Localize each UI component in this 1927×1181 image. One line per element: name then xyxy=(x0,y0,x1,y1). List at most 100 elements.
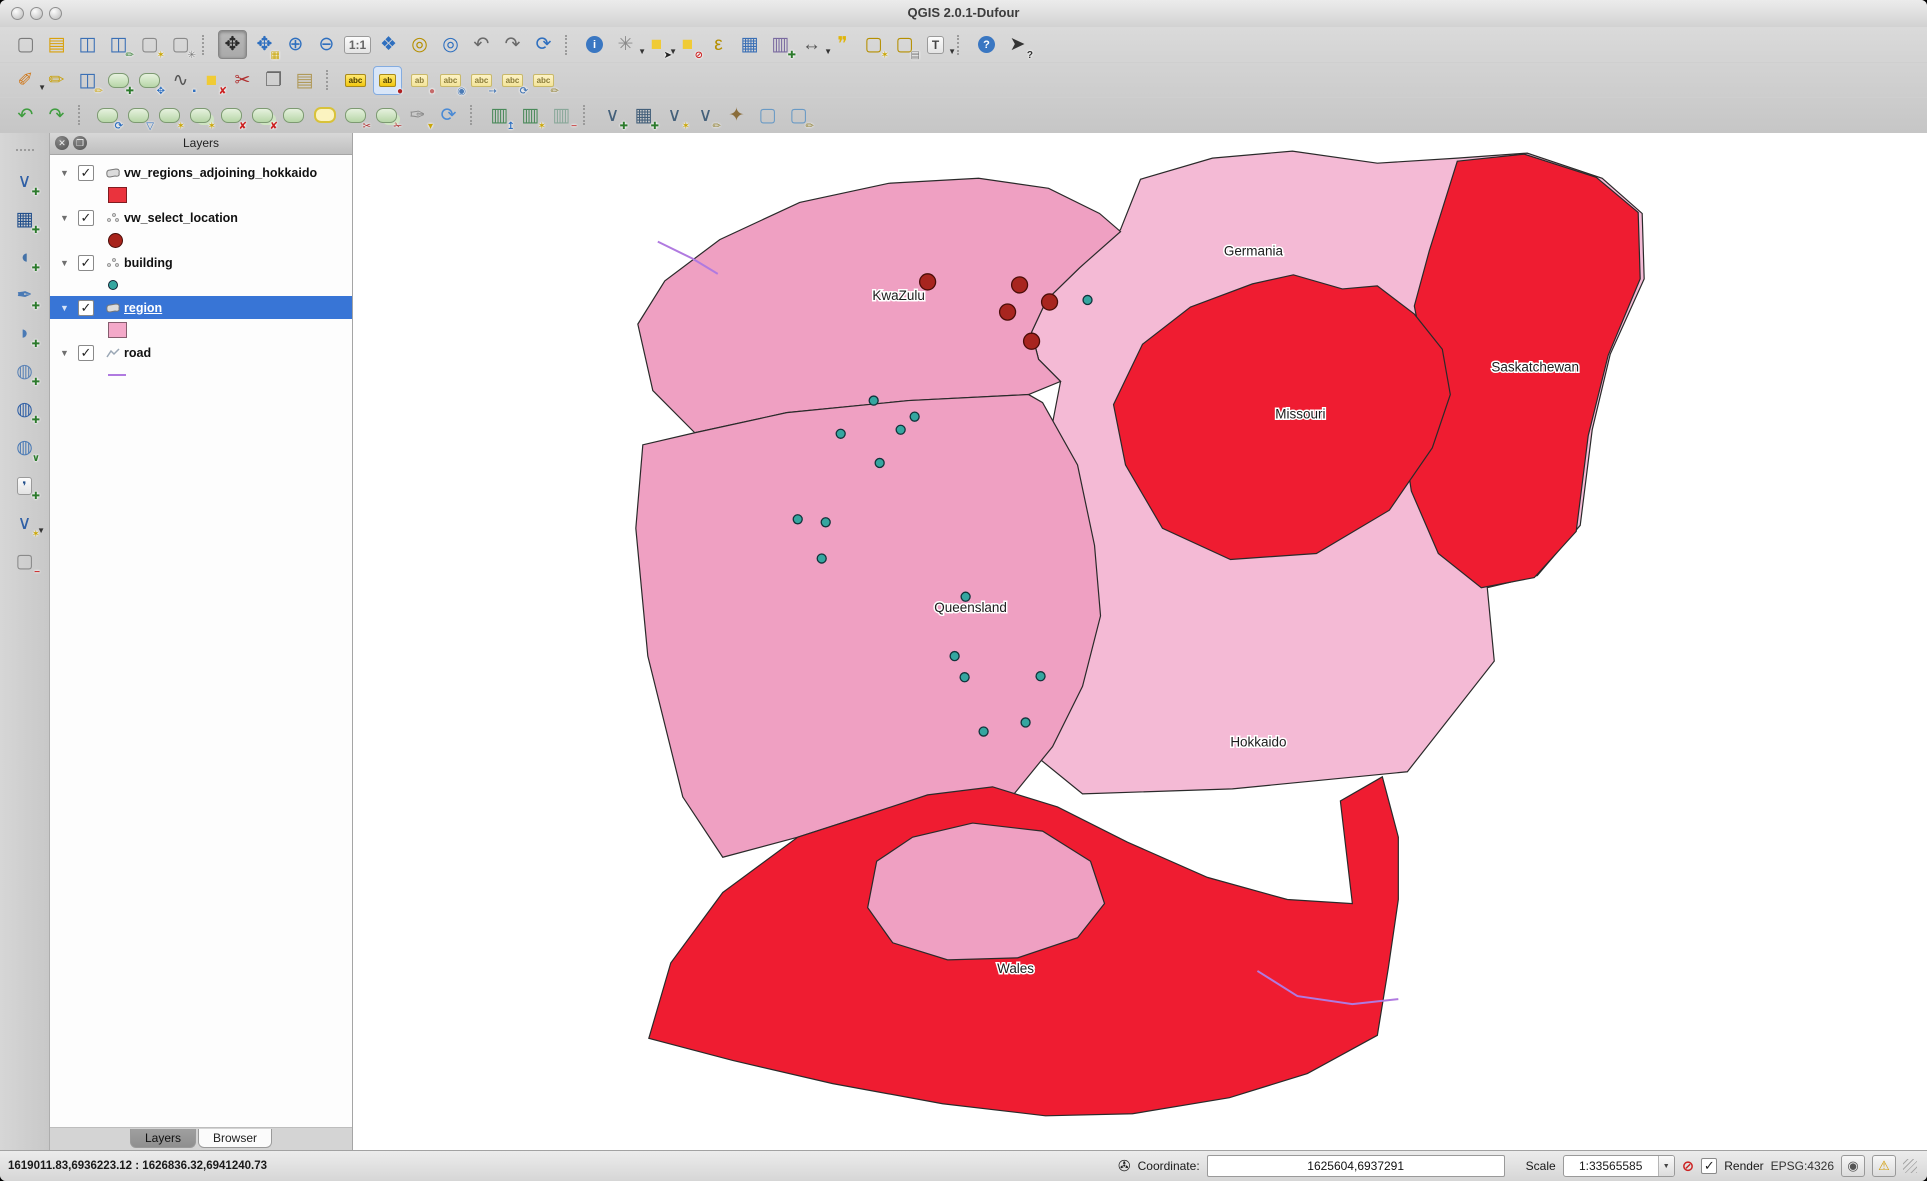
add-wfs-layer-icon[interactable]: ◍∨ xyxy=(11,434,38,461)
add-raster-layer-icon[interactable]: ▦✚ xyxy=(11,206,38,233)
layer-labeling-options-icon[interactable]: abc xyxy=(342,67,369,94)
new-print-composer-icon[interactable]: ▢✶ xyxy=(136,31,163,58)
rotate-label-icon[interactable]: abc⟳ xyxy=(499,67,526,94)
zoom-last-icon[interactable]: ↶ xyxy=(468,31,495,58)
open-attribute-table-icon[interactable]: ▦ xyxy=(736,31,763,58)
run-feature-action-icon[interactable]: ✳▼ xyxy=(612,31,639,58)
teal-point-feature[interactable] xyxy=(836,429,845,438)
map-tips-icon[interactable]: ❞ xyxy=(829,31,856,58)
save-layer-edits-icon[interactable]: ◫✏ xyxy=(74,67,101,94)
pan-to-selection-icon[interactable]: ✥▦ xyxy=(251,31,278,58)
offset-curve-icon[interactable]: ✑▾ xyxy=(404,102,431,129)
paste-features-icon[interactable]: ▤ xyxy=(291,67,318,94)
scale-combo[interactable]: 1:33565585 ▼ xyxy=(1563,1155,1675,1177)
layer-visibility-checkbox[interactable]: ✓ xyxy=(78,165,94,181)
add-part-icon[interactable]: ✶ xyxy=(187,102,214,129)
zoom-to-layer-icon[interactable]: ◎ xyxy=(437,31,464,58)
extents-toggle-icon[interactable]: ✇ xyxy=(1118,1159,1131,1174)
teal-point-feature[interactable] xyxy=(960,673,969,682)
new-shapefile-layer-icon[interactable]: ∨✶▼ xyxy=(11,510,38,537)
add-feature-icon[interactable]: ✚ xyxy=(105,67,132,94)
render-checkbox[interactable]: ✓ xyxy=(1701,1158,1717,1174)
layer-item-road[interactable]: ▼✓road xyxy=(50,341,352,364)
simplify-feature-icon[interactable]: ▽ xyxy=(125,102,152,129)
teal-point-feature[interactable] xyxy=(821,518,830,527)
grass-new-point-icon[interactable]: ∨✚ xyxy=(599,102,626,129)
add-delimited-text-layer-icon[interactable]: ❜✚ xyxy=(11,472,38,499)
field-calculator-icon[interactable]: ▥✚ xyxy=(767,31,794,58)
node-tool-icon[interactable]: ∿▪ xyxy=(167,67,194,94)
coordinate-input[interactable] xyxy=(1207,1155,1505,1177)
whats-this-icon[interactable]: ➤? xyxy=(1004,31,1031,58)
show-bookmarks-icon[interactable]: ▢▤ xyxy=(891,31,918,58)
layer-visibility-checkbox[interactable]: ✓ xyxy=(78,210,94,226)
tab-browser[interactable]: Browser xyxy=(198,1129,272,1148)
layer-visibility-checkbox[interactable]: ✓ xyxy=(78,255,94,271)
teal-point-feature[interactable] xyxy=(1021,718,1030,727)
zoom-to-selection-icon[interactable]: ◎ xyxy=(406,31,433,58)
text-annotation-icon[interactable]: T▼ xyxy=(922,31,949,58)
save-project-as-icon[interactable]: ◫✏ xyxy=(105,31,132,58)
composer-manager-icon[interactable]: ▢✳ xyxy=(167,31,194,58)
delete-selected-icon[interactable]: ■✘ xyxy=(198,67,225,94)
split-features-icon[interactable]: ✂ xyxy=(342,102,369,129)
refresh-icon[interactable]: ⟳ xyxy=(530,31,557,58)
deselect-features-icon[interactable]: ■⊘ xyxy=(674,31,701,58)
layer-item-vw_select_location[interactable]: ▼✓vw_select_location xyxy=(50,206,352,229)
copy-features-icon[interactable]: ❐ xyxy=(260,67,287,94)
select-by-expression-icon[interactable]: ε xyxy=(705,31,732,58)
red-point-feature[interactable] xyxy=(1000,304,1016,320)
split-parts-icon[interactable]: ✁ xyxy=(373,102,400,129)
float-panel-icon[interactable]: ❐ xyxy=(73,136,87,150)
layer-visibility-checkbox[interactable]: ✓ xyxy=(78,300,94,316)
expand-toggle-icon[interactable]: ▼ xyxy=(60,168,72,178)
expand-toggle-icon[interactable]: ▼ xyxy=(60,213,72,223)
teal-point-feature[interactable] xyxy=(1036,672,1045,681)
messages-button[interactable]: ⚠ xyxy=(1872,1155,1896,1177)
zoom-next-icon[interactable]: ↷ xyxy=(499,31,526,58)
grass-close-mapset-icon[interactable]: ▥− xyxy=(548,102,575,129)
remove-layer-icon[interactable]: ▢− xyxy=(11,548,38,575)
toggle-editing-icon[interactable]: ✏ xyxy=(43,67,70,94)
pin-labels-icon[interactable]: ab● xyxy=(373,66,402,95)
teal-point-feature[interactable] xyxy=(910,412,919,421)
move-label-icon[interactable]: abc➙ xyxy=(468,67,495,94)
teal-point-feature[interactable] xyxy=(1083,295,1092,304)
grass-new-mapset-icon[interactable]: ▥✶ xyxy=(517,102,544,129)
new-bookmark-icon[interactable]: ▢✶ xyxy=(860,31,887,58)
delete-ring-icon[interactable]: ✘ xyxy=(218,102,245,129)
zoom-out-icon[interactable]: ⊖ xyxy=(313,31,340,58)
open-project-icon[interactable]: ▤ xyxy=(43,31,70,58)
grass-tools-icon[interactable]: ✦ xyxy=(723,102,750,129)
save-project-icon[interactable]: ◫ xyxy=(74,31,101,58)
grass-new-line-icon[interactable]: ▦✚ xyxy=(630,102,657,129)
help-contents-icon[interactable]: ? xyxy=(973,31,1000,58)
title-bar[interactable]: QGIS 2.0.1-Dufour xyxy=(0,0,1927,28)
cut-features-icon[interactable]: ✂ xyxy=(229,67,256,94)
close-panel-icon[interactable]: ✕ xyxy=(55,136,69,150)
layer-item-vw_regions_adjoining_hokkaido[interactable]: ▼✓vw_regions_adjoining_hokkaido xyxy=(50,161,352,184)
grass-display-region-icon[interactable]: ▢ xyxy=(754,102,781,129)
measure-icon[interactable]: ↔▼ xyxy=(798,31,825,58)
fill-ring-icon[interactable] xyxy=(311,102,338,129)
add-spatialite-layer-icon[interactable]: ✒✚ xyxy=(11,282,38,309)
layer-item-region[interactable]: ▼✓region xyxy=(50,296,352,319)
teal-point-feature[interactable] xyxy=(875,458,884,467)
chevron-down-icon[interactable]: ▼ xyxy=(1658,1156,1674,1176)
show-hide-labels-icon[interactable]: abc◉ xyxy=(437,67,464,94)
highlight-pinned-labels-icon[interactable]: ab● xyxy=(406,67,433,94)
teal-point-feature[interactable] xyxy=(896,425,905,434)
layer-visibility-checkbox[interactable]: ✓ xyxy=(78,345,94,361)
map-canvas[interactable]: KwaZuluGermaniaMissouriSaskatchewanQueen… xyxy=(353,133,1927,1151)
rotate-feature-icon[interactable]: ⟳ xyxy=(94,102,121,129)
tab-layers[interactable]: Layers xyxy=(130,1129,196,1148)
select-features-icon[interactable]: ■➤▼ xyxy=(643,31,670,58)
grass-edit-region-icon[interactable]: ▢✏ xyxy=(785,102,812,129)
delete-part-icon[interactable]: ✘ xyxy=(249,102,276,129)
move-feature-icon[interactable]: ✥ xyxy=(136,67,163,94)
add-oracle-layer-icon[interactable]: ◍✚ xyxy=(11,358,38,385)
add-mssql-layer-icon[interactable]: ◗✚ xyxy=(11,320,38,347)
change-label-icon[interactable]: abc✏ xyxy=(530,67,557,94)
layer-item-building[interactable]: ▼✓building xyxy=(50,251,352,274)
pan-map-icon[interactable]: ✥ xyxy=(218,30,247,59)
